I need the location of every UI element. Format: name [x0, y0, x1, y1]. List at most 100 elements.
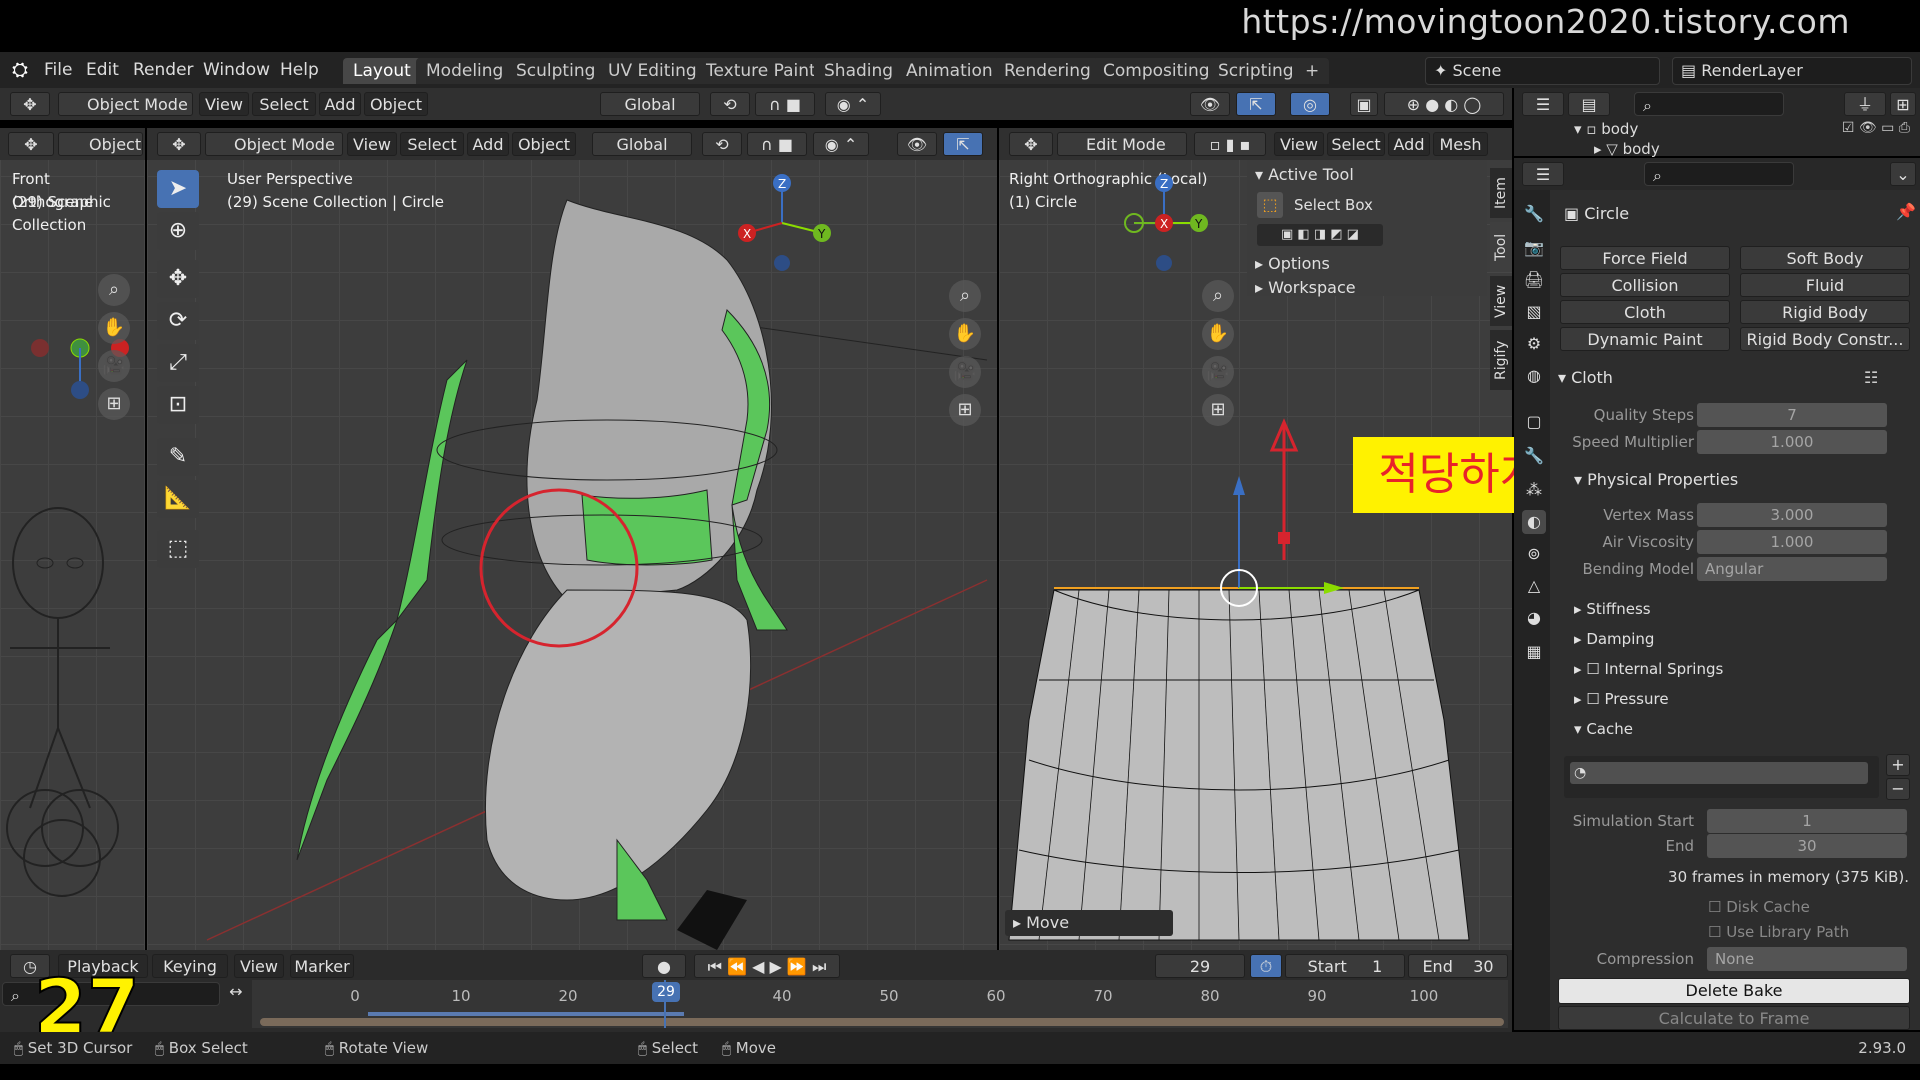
start-frame-field[interactable]: Start 1 [1285, 954, 1405, 978]
grid-icon[interactable]: ⊞ [98, 388, 130, 420]
end-frame-field[interactable]: End 30 [1408, 954, 1508, 978]
main-viewport[interactable]: ✥ Object Mode View Select Add Object Glo… [147, 128, 997, 950]
display-mode-icon[interactable]: ▤ [1568, 92, 1610, 116]
cache-item[interactable]: ◔ [1570, 762, 1868, 784]
cloth-panel-header[interactable]: ▾ Cloth [1558, 368, 1613, 387]
outliner-toggles[interactable]: ☑ 👁 ▭ ⎙ [1842, 120, 1910, 136]
orientation-selector[interactable]: Global [600, 92, 700, 116]
cache-list[interactable]: ◔ [1564, 756, 1879, 798]
force-field-button[interactable]: Force Field [1560, 246, 1730, 270]
rigid-body-button[interactable]: Rigid Body [1740, 300, 1910, 324]
hand-icon[interactable]: ✋ [949, 318, 981, 350]
mode-selector[interactable]: Object I [58, 132, 143, 156]
editor-type-icon[interactable]: ✥ [8, 132, 54, 156]
gizmo-icon[interactable]: ⇱ [943, 132, 983, 156]
edit-viewport[interactable]: ✥ Edit Mode ▫ ▮ ▪ View Select Add Mesh R… [999, 128, 1512, 950]
material-tab-icon[interactable]: ◕ [1522, 606, 1546, 630]
disk-cache-checkbox[interactable]: ☐ Disk Cache [1708, 898, 1810, 916]
marker-menu[interactable]: Marker [290, 954, 354, 978]
timeline-scrollbar[interactable] [260, 1018, 1504, 1026]
zoom-icon[interactable]: ⌕ [949, 280, 981, 312]
grid-icon[interactable]: ⊞ [1202, 394, 1234, 426]
texture-tab-icon[interactable]: ▦ [1522, 640, 1546, 664]
selection-mode-buttons[interactable]: ▣ ◧ ◨ ◩ ◪ [1257, 224, 1383, 246]
cloth-button[interactable]: Cloth [1560, 300, 1730, 324]
hand-icon[interactable]: ✋ [1202, 318, 1234, 350]
pivot-icon[interactable]: ⟲ [710, 92, 750, 116]
delete-bake-button[interactable]: Delete Bake [1558, 978, 1910, 1004]
remove-cache-button[interactable]: − [1886, 778, 1910, 800]
sim-start-field[interactable]: 1 [1707, 809, 1907, 833]
editor-type-icon[interactable]: ✥ [157, 132, 201, 156]
swap-icon[interactable]: ↔ [222, 982, 250, 1006]
menu-edit[interactable]: Edit [86, 60, 119, 80]
tab-modeling[interactable]: Modeling [416, 58, 514, 84]
compression-select[interactable]: None [1707, 947, 1907, 971]
record-icon[interactable]: ● [642, 954, 686, 978]
select-box-icon[interactable]: ⬚ [1257, 192, 1283, 218]
orientation-selector[interactable]: Global [592, 132, 692, 156]
internal-springs-subpanel[interactable]: ▸ ☐ Internal Springs [1574, 660, 1723, 678]
data-tab-icon[interactable]: △ [1522, 574, 1546, 598]
speed-multiplier-field[interactable]: 1.000 [1697, 430, 1887, 454]
scene-tab-icon[interactable]: ⚙ [1522, 332, 1546, 356]
renderlayer-selector[interactable]: ▤ RenderLayer [1672, 57, 1912, 85]
outliner-row-body[interactable]: ▾ ▫ body [1574, 120, 1638, 138]
output-tab-icon[interactable]: 🖨 [1522, 268, 1546, 292]
gizmo-icon[interactable]: ⇱ [1236, 92, 1276, 116]
list-icon[interactable]: ☷ [1864, 368, 1878, 387]
mode-selector[interactable]: Edit Mode [1057, 132, 1187, 156]
proportional-edit-icon[interactable]: ◉ ⌃ [825, 92, 881, 116]
tab-layout[interactable]: Layout [343, 58, 421, 84]
view-menu[interactable]: View [234, 954, 284, 978]
playhead-frame-badge[interactable]: 29 [652, 982, 680, 1002]
visibility-icon[interactable]: 👁 [897, 132, 937, 156]
playback-controls[interactable]: ⏮ ⏪ ◀ ▶ ⏩ ⏭ [694, 954, 840, 978]
zoom-icon[interactable]: ⌕ [98, 274, 130, 306]
axis-gizmo[interactable]: Z Y X [1099, 168, 1209, 278]
menu-select[interactable]: Select [400, 132, 464, 156]
tab-rigify[interactable]: Rigify [1490, 330, 1512, 390]
active-tool-header[interactable]: ▾ Active Tool [1255, 165, 1354, 184]
modifier-tab-icon[interactable]: 🔧 [1522, 444, 1546, 468]
dynamic-paint-button[interactable]: Dynamic Paint [1560, 327, 1730, 351]
menu-mesh[interactable]: Mesh [1433, 132, 1488, 156]
keying-menu[interactable]: Keying [152, 954, 228, 978]
pin-icon[interactable]: 📌 [1896, 202, 1916, 221]
menu-help[interactable]: Help [280, 60, 319, 80]
camera-icon[interactable]: 🎥 [98, 350, 130, 382]
scene-selector[interactable]: ✦ Scene [1425, 57, 1660, 85]
visibility-icon[interactable]: 👁 [1190, 92, 1230, 116]
tab-scripting[interactable]: Scripting [1208, 58, 1304, 84]
tab-shading[interactable]: Shading [814, 58, 904, 84]
menu-file[interactable]: File [44, 60, 72, 80]
hand-icon[interactable]: ✋ [98, 312, 130, 344]
menu-add[interactable]: Add [467, 132, 509, 156]
pivot-icon[interactable]: ⟲ [702, 132, 742, 156]
snap-icon[interactable]: ∩ ■ [755, 92, 815, 116]
sim-end-field[interactable]: 30 [1707, 834, 1907, 858]
camera-icon[interactable]: 🎥 [1202, 356, 1234, 388]
zoom-icon[interactable]: ⌕ [1202, 280, 1234, 312]
menu-view[interactable]: View [1274, 132, 1324, 156]
render-tab-icon[interactable]: 📷 [1522, 236, 1546, 260]
collision-button[interactable]: Collision [1560, 273, 1730, 297]
xray-icon[interactable]: ▣ [1350, 92, 1378, 116]
editor-type-icon[interactable]: ✥ [1009, 132, 1053, 156]
vertex-mass-field[interactable]: 3.000 [1697, 503, 1887, 527]
new-collection-icon[interactable]: ⊞ [1890, 92, 1916, 116]
air-viscosity-field[interactable]: 1.000 [1697, 530, 1887, 554]
add-cache-button[interactable]: + [1886, 754, 1910, 776]
view-layer-tab-icon[interactable]: ▧ [1522, 300, 1546, 324]
tab-tool[interactable]: Tool [1490, 222, 1512, 272]
perspective-icon[interactable]: ⊞ [949, 394, 981, 426]
axis-gizmo[interactable]: Z Y X [727, 168, 837, 278]
mode-selector[interactable]: Object Mode [58, 92, 193, 116]
menu-render[interactable]: Render [133, 60, 194, 80]
menu-view[interactable]: View [199, 92, 249, 116]
tab-texture-paint[interactable]: Texture Paint [696, 58, 826, 84]
tab-compositing[interactable]: Compositing [1093, 58, 1220, 84]
outliner-row-body-mesh[interactable]: ▸ ▽ body [1594, 140, 1660, 158]
tab-animation[interactable]: Animation [896, 58, 1003, 84]
menu-add[interactable]: Add [1388, 132, 1430, 156]
